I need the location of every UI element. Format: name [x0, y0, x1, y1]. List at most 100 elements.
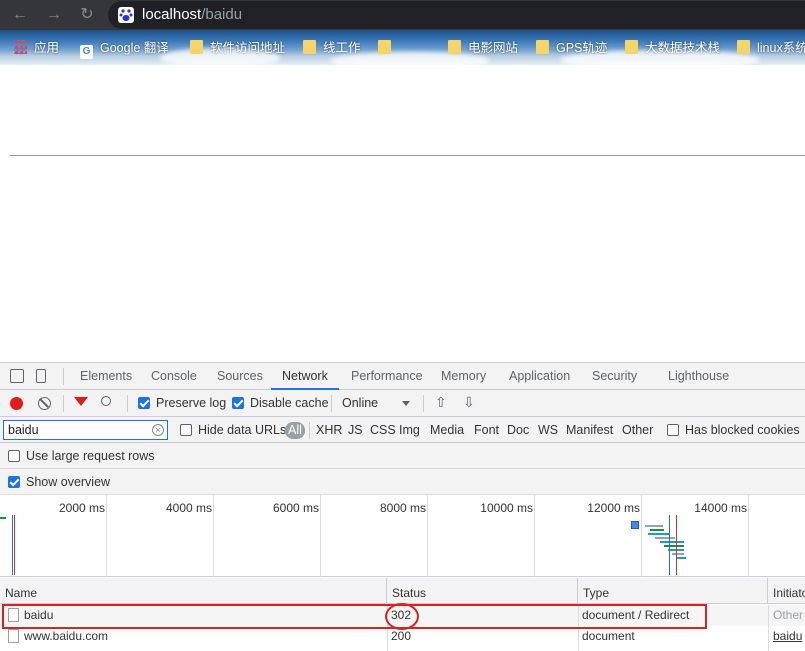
- filter-input[interactable]: baidu: [3, 420, 168, 440]
- chevron-down-icon[interactable]: [402, 401, 410, 406]
- tab-performance[interactable]: Performance: [351, 363, 423, 390]
- show-overview-checkbox[interactable]: [8, 476, 20, 488]
- filter-type-media[interactable]: Media: [430, 422, 464, 439]
- throttling-select[interactable]: Online: [342, 396, 378, 410]
- timeline-tick-label: 10000 ms: [480, 501, 533, 515]
- hide-data-urls-checkbox[interactable]: [180, 424, 192, 436]
- filter-icon[interactable]: [74, 397, 88, 406]
- url-host: localhost: [142, 6, 202, 23]
- request-name: www.baidu.com: [24, 629, 109, 643]
- large-rows-label: Use large request rows: [26, 449, 155, 463]
- network-toolbar: Preserve log Disable cache Online ⇧ ⇩: [0, 390, 805, 417]
- filter-type-ws[interactable]: WS: [538, 422, 558, 439]
- filter-type-js[interactable]: JS: [348, 422, 363, 439]
- reload-icon[interactable]: ↻: [77, 5, 97, 25]
- waterfall-bar: [660, 541, 684, 543]
- table-header: Name Status Type Initiator: [0, 578, 805, 604]
- bookmark-label: Google 翻译: [100, 41, 169, 55]
- export-har-icon[interactable]: ⇩: [463, 394, 475, 411]
- request-initiator-link[interactable]: baidu: [773, 626, 805, 647]
- folder-icon: [737, 40, 750, 54]
- tab-console[interactable]: Console: [151, 363, 197, 390]
- device-toolbar-icon[interactable]: [36, 369, 46, 383]
- filter-type-doc[interactable]: Doc: [507, 422, 529, 439]
- bookmark-folder[interactable]: 软件访问地址: [190, 39, 285, 57]
- tab-memory[interactable]: Memory: [441, 363, 486, 390]
- clear-filter-icon[interactable]: ×: [152, 424, 164, 436]
- bookmarks-bar: 应用 G Google 翻译 软件访问地址 线工作 电影网站 GPS轨迹 大数据技…: [0, 30, 805, 65]
- preserve-log-label: Preserve log: [156, 396, 227, 410]
- bookmark-folder[interactable]: 电影网站: [448, 39, 518, 57]
- network-request-table: Name Status Type Initiator baidu 302 doc…: [0, 578, 805, 651]
- show-overview-label: Show overview: [26, 475, 111, 489]
- bookmark-label: GPS轨迹: [556, 41, 608, 55]
- waterfall-bar: [676, 557, 686, 559]
- filter-type-font[interactable]: Font: [474, 422, 499, 439]
- inspect-element-icon[interactable]: [10, 369, 24, 383]
- baidu-paw-icon: [118, 7, 134, 23]
- tab-lighthouse[interactable]: Lighthouse: [668, 363, 729, 390]
- filter-type-img[interactable]: Img: [399, 422, 420, 439]
- tab-application[interactable]: Application: [509, 363, 570, 390]
- bookmark-folder[interactable]: [378, 39, 398, 57]
- waterfall-bar: [648, 533, 670, 535]
- waterfall-bar: [645, 525, 663, 527]
- filter-type-css[interactable]: CSS: [370, 422, 396, 439]
- tab-sources[interactable]: Sources: [217, 363, 263, 390]
- request-initiator: Other: [773, 608, 804, 622]
- bookmark-label: linux系统: [757, 41, 805, 55]
- folder-icon: [378, 40, 391, 54]
- tab-security[interactable]: Security: [592, 363, 637, 390]
- import-har-icon[interactable]: ⇧: [435, 394, 447, 411]
- dom-content-loaded-marker: [669, 515, 670, 575]
- preserve-log-checkbox[interactable]: [138, 397, 150, 409]
- record-icon[interactable]: [10, 397, 23, 410]
- clear-log-icon[interactable]: [38, 397, 51, 410]
- bookmark-folder[interactable]: linux系统: [737, 39, 805, 57]
- tab-network[interactable]: Network: [271, 363, 339, 390]
- bookmark-folder[interactable]: 大数据技术栈: [625, 39, 720, 57]
- google-translate-icon: G: [80, 45, 93, 59]
- search-icon[interactable]: [101, 396, 111, 406]
- divider: [63, 368, 64, 385]
- divider: [331, 395, 332, 412]
- has-blocked-cookies-checkbox[interactable]: [667, 424, 679, 436]
- tab-elements[interactable]: Elements: [80, 363, 132, 390]
- browser-toolbar: ← → ↻ localhost/baidu: [0, 0, 805, 30]
- filter-type-manifest[interactable]: Manifest: [566, 422, 613, 439]
- hide-data-urls-label: Hide data URLs: [198, 423, 287, 437]
- column-header-type[interactable]: Type: [578, 578, 768, 604]
- large-rows-option: Use large request rows: [0, 443, 805, 469]
- network-filter-bar: baidu × Hide data URLs All XHR JS CSS Im…: [0, 417, 805, 443]
- back-arrow-icon[interactable]: ←: [10, 5, 30, 25]
- filter-type-other[interactable]: Other: [622, 422, 653, 439]
- divider: [63, 395, 64, 412]
- address-bar[interactable]: localhost/baidu: [108, 1, 805, 29]
- network-overview-timeline[interactable]: 2000 ms 4000 ms 6000 ms 8000 ms 10000 ms…: [0, 495, 805, 577]
- bookmark-folder[interactable]: GPS轨迹: [536, 39, 607, 57]
- apps-icon: [14, 40, 27, 54]
- page-horizontal-rule: [10, 155, 805, 156]
- disable-cache-checkbox[interactable]: [232, 397, 244, 409]
- has-blocked-cookies-label: Has blocked cookies: [685, 423, 800, 437]
- highlight-box: [2, 604, 707, 629]
- timeline-tick-label: 8000 ms: [379, 501, 426, 515]
- timeline-tick-label: 4000 ms: [165, 501, 212, 515]
- bookmark-folder[interactable]: 线工作: [303, 39, 361, 57]
- column-header-status[interactable]: Status: [387, 578, 578, 604]
- bookmark-apps[interactable]: 应用: [14, 39, 59, 57]
- filter-type-all[interactable]: All: [285, 422, 305, 439]
- folder-icon: [625, 40, 638, 54]
- column-header-initiator[interactable]: Initiator: [768, 578, 805, 604]
- waterfall-bar: [631, 521, 639, 529]
- bookmark-label: 电影网站: [468, 41, 519, 55]
- waterfall-bar: [664, 545, 684, 547]
- show-overview-option: Show overview: [0, 469, 805, 495]
- column-header-name[interactable]: Name: [0, 578, 387, 604]
- bookmark-google-translate[interactable]: G Google 翻译: [80, 39, 169, 59]
- url-text: localhost/baidu: [142, 6, 242, 23]
- devtools-tab-bar: Elements Console Sources Network Perform…: [0, 363, 805, 390]
- large-rows-checkbox[interactable]: [8, 450, 20, 462]
- forward-arrow-icon[interactable]: →: [44, 5, 64, 25]
- filter-type-xhr[interactable]: XHR: [316, 422, 342, 439]
